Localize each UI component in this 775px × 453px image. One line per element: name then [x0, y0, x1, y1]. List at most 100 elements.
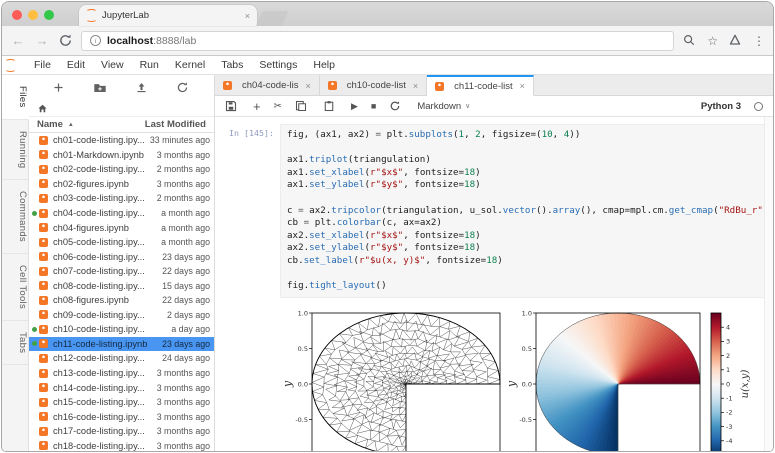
file-row[interactable]: ch08-figures.ipynb 22 days ago	[29, 293, 214, 308]
menu-item-help[interactable]: Help	[305, 59, 343, 71]
file-row[interactable]: ch10-code-listing.ipy... a day ago	[29, 322, 214, 337]
breadcrumb	[29, 101, 214, 116]
file-row[interactable]: ch15-code-listing.ipy... 3 months ago	[29, 395, 214, 410]
code-editor[interactable]: fig, (ax1, ax2) = plt.subplots(1, 2, fig…	[280, 124, 764, 298]
zoom-window-button[interactable]	[44, 10, 54, 20]
sidebar-tab-tabs[interactable]: Tabs	[2, 321, 28, 365]
run-cell-icon[interactable]: ▶	[351, 101, 358, 112]
file-row[interactable]: ch08-code-listing.ipy... 15 days ago	[29, 278, 214, 293]
dock-tab[interactable]: ch10-code-list ×	[320, 74, 427, 95]
file-row[interactable]: ch04-code-listing.ipy... a month ago	[29, 206, 214, 221]
sidebar-tab-commands[interactable]: Commands	[2, 180, 28, 254]
refresh-files-icon[interactable]	[176, 81, 191, 96]
tab-close-icon[interactable]: ×	[413, 81, 418, 91]
file-row[interactable]: ch12-code-listing.ipy... 24 days ago	[29, 351, 214, 366]
sidebar-tab-files[interactable]: Files	[2, 75, 29, 120]
file-row[interactable]: ch09-code-listing.ipy... 2 days ago	[29, 308, 214, 323]
code-cell[interactable]: In [145]: fig, (ax1, ax2) = plt.subplots…	[220, 124, 764, 298]
restart-kernel-icon[interactable]	[389, 99, 404, 114]
url-bar[interactable]: i localhost:8888/lab	[81, 31, 674, 51]
file-modified: 3 months ago	[157, 441, 210, 451]
page-info-icon[interactable]: i	[90, 35, 101, 46]
home-icon[interactable]	[37, 101, 52, 116]
column-header-modified[interactable]: Last Modified	[145, 119, 206, 130]
dock-tab-label: ch11-code-list	[454, 81, 512, 92]
tab-close-icon[interactable]: ×	[520, 81, 525, 91]
notebook-file-icon	[39, 209, 48, 218]
sidebar-tab-running[interactable]: Running	[2, 120, 28, 181]
menu-item-kernel[interactable]: Kernel	[167, 59, 213, 71]
file-modified: a month ago	[161, 223, 210, 233]
file-row[interactable]: ch02-figures.ipynb 3 months ago	[29, 177, 214, 192]
cell-type-dropdown[interactable]: Markdown ∨	[417, 101, 470, 112]
svg-text:-0.5: -0.5	[519, 416, 532, 424]
browser-menu-icon[interactable]: ⋮	[753, 34, 765, 48]
bookmark-star-icon[interactable]: ☆	[707, 34, 718, 48]
extension-icon[interactable]	[728, 33, 743, 48]
file-row[interactable]: ch16-code-listing.ipy... 3 months ago	[29, 409, 214, 424]
notebook-file-icon	[223, 81, 232, 90]
file-row[interactable]: ch02-code-listing.ipy... 2 months ago	[29, 162, 214, 177]
reload-icon[interactable]	[58, 33, 73, 48]
notebook-content: In [145]: fig, (ax1, ax2) = plt.subplots…	[215, 117, 773, 451]
triplot-output: -1.0-0.50.00.51.0-1.0-0.50.00.51.0xy	[278, 308, 506, 451]
forward-icon[interactable]: →	[34, 33, 50, 48]
new-launcher-icon[interactable]	[52, 81, 67, 96]
file-row[interactable]: ch11-code-listing.ipynb 23 days ago	[29, 337, 214, 352]
sidebar-tab-cell-tools[interactable]: Cell Tools	[2, 254, 28, 321]
menu-item-file[interactable]: File	[26, 59, 59, 71]
kernel-status-icon[interactable]	[754, 102, 763, 111]
menu-item-edit[interactable]: Edit	[59, 59, 93, 71]
file-name: ch15-code-listing.ipy...	[53, 397, 157, 407]
back-icon[interactable]: ←	[10, 33, 26, 48]
file-row[interactable]: ch17-code-listing.ipy... 3 months ago	[29, 424, 214, 439]
menu-item-run[interactable]: Run	[132, 59, 167, 71]
tab-close-icon[interactable]: ×	[306, 81, 311, 91]
tab-close-icon[interactable]: ×	[245, 11, 250, 21]
search-icon[interactable]	[682, 33, 697, 48]
dock-tab[interactable]: ch11-code-list ×	[427, 75, 534, 96]
column-header-name[interactable]: Name ▲	[37, 119, 145, 130]
jupyterlab-body: FilesRunningCommandsCell ToolsTabs	[2, 75, 773, 451]
file-row[interactable]: ch14-code-listing.ipy... 3 months ago	[29, 380, 214, 395]
cell-prompt: In [145]:	[220, 124, 280, 298]
url-text[interactable]: localhost:8888/lab	[107, 35, 196, 47]
menu-item-settings[interactable]: Settings	[251, 59, 305, 71]
svg-text:1.0: 1.0	[522, 309, 532, 317]
dock-tab[interactable]: ch04-code-lis ×	[215, 74, 320, 95]
file-row[interactable]: ch03-code-listing.ipy... 2 months ago	[29, 191, 214, 206]
insert-cell-icon[interactable]: +	[253, 99, 261, 114]
file-modified: 3 months ago	[157, 426, 210, 436]
file-row[interactable]: ch05-code-listing.ipy... a month ago	[29, 235, 214, 250]
stop-kernel-icon[interactable]: ■	[371, 101, 376, 111]
menu-item-tabs[interactable]: Tabs	[213, 59, 251, 71]
file-row[interactable]: ch13-code-listing.ipy... 3 months ago	[29, 366, 214, 381]
upload-icon[interactable]	[135, 81, 150, 96]
minimize-window-button[interactable]	[28, 10, 38, 20]
notebook-scroll-area: In [145]: fig, (ax1, ax2) = plt.subplots…	[215, 117, 764, 451]
menu-item-view[interactable]: View	[93, 59, 132, 71]
file-row[interactable]: ch01-code-listing.ipy... 33 minutes ago	[29, 133, 214, 148]
url-path: :8888/lab	[153, 35, 196, 47]
paste-cells-icon[interactable]	[323, 99, 338, 114]
new-tab-button[interactable]	[256, 11, 289, 26]
cut-cells-icon[interactable]: ✂	[274, 101, 282, 112]
file-row[interactable]: ch01-Markdown.ipynb 3 months ago	[29, 148, 214, 163]
notebook-file-icon	[435, 82, 444, 91]
close-window-button[interactable]	[12, 10, 22, 20]
new-folder-icon[interactable]	[93, 81, 108, 96]
file-row[interactable]: ch07-code-listing.ipy... 22 days ago	[29, 264, 214, 279]
browser-tab[interactable]: JupyterLab ×	[79, 5, 257, 26]
copy-cells-icon[interactable]	[295, 99, 310, 114]
file-row[interactable]: ch18-code-listing.ipy... 3 months ago	[29, 438, 214, 451]
save-icon[interactable]	[225, 99, 240, 114]
file-row[interactable]: ch06-code-listing.ipy... 23 days ago	[29, 249, 214, 264]
svg-text:y: y	[281, 380, 294, 388]
file-modified: 2 months ago	[157, 193, 210, 203]
notebook-file-icon	[39, 194, 48, 203]
kernel-name[interactable]: Python 3	[701, 101, 741, 112]
file-modified: a month ago	[161, 237, 210, 247]
file-name: ch04-figures.ipynb	[53, 223, 161, 233]
file-row[interactable]: ch04-figures.ipynb a month ago	[29, 220, 214, 235]
notebook-scrollbar[interactable]	[764, 117, 773, 451]
